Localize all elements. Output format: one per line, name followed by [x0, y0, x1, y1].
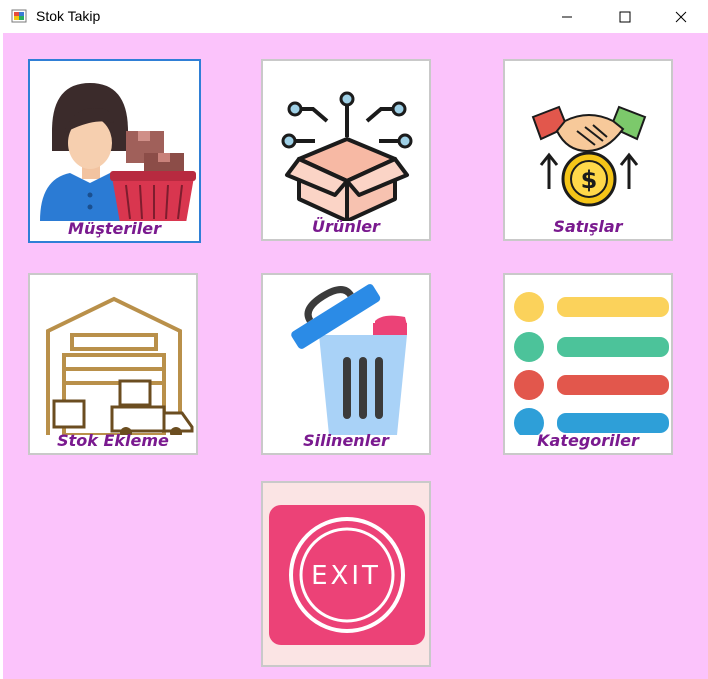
sales-label: Satışlar [553, 217, 623, 236]
deleted-button[interactable]: Silinenler [261, 273, 431, 455]
customer-icon [40, 83, 196, 221]
close-icon [675, 11, 687, 22]
window-title: Stok Takip [36, 8, 101, 24]
warehouse-icon [46, 296, 194, 435]
title-bar: Stok Takip [0, 0, 708, 33]
maximize-button[interactable] [596, 0, 654, 33]
stock-add-button[interactable]: Stok Ekleme [28, 273, 198, 455]
deleted-label: Silinenler [303, 431, 389, 450]
sales-handshake-icon: $ [531, 105, 647, 207]
categories-label: Kategoriler [537, 431, 639, 450]
exit-button[interactable]: EXIT [261, 481, 431, 667]
product-box-icon [281, 91, 413, 221]
sales-button[interactable]: $ Satışlar [503, 59, 673, 241]
exit-label: EXIT [311, 561, 381, 591]
maximize-icon [619, 11, 631, 22]
main-panel: Müşteriler Ürünler $ Satışlar Stok Eklem… [3, 33, 708, 679]
svg-text:$: $ [581, 166, 598, 194]
category-list-icon [514, 292, 669, 435]
minimize-button[interactable] [538, 0, 596, 33]
categories-button[interactable]: Kategoriler [503, 273, 673, 455]
minimize-icon [562, 16, 572, 17]
products-label: Ürünler [312, 217, 380, 236]
stock-add-label: Stok Ekleme [57, 431, 169, 450]
app-icon [11, 9, 27, 23]
products-button[interactable]: Ürünler [261, 59, 431, 241]
customers-button[interactable]: Müşteriler [28, 59, 201, 243]
trash-icon [291, 284, 407, 435]
close-button[interactable] [654, 0, 708, 33]
customers-label: Müşteriler [68, 219, 161, 238]
